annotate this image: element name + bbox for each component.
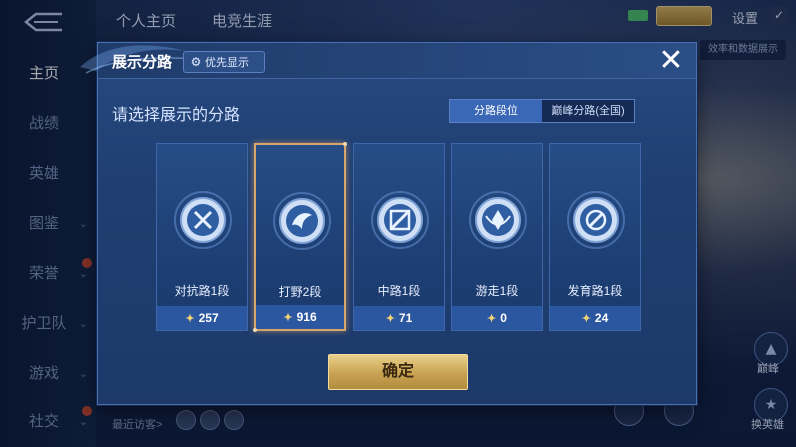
lane-card-roam[interactable]: 游走1段 ✦ 0 — [451, 143, 543, 331]
lane-card-name: 打野2段 — [278, 285, 322, 299]
close-icon[interactable]: ✕ — [654, 45, 688, 79]
jungle-icon — [273, 192, 331, 250]
tab-lane-rank[interactable]: 分路段位 — [450, 100, 542, 122]
selection-prompt: 请选择展示的分路 — [112, 107, 241, 124]
clash-lane-icon — [174, 191, 232, 249]
star-icon: ✦ — [283, 312, 293, 324]
lane-card-value: 916 — [296, 310, 317, 324]
star-icon: ✦ — [487, 313, 497, 325]
lane-display-dialog: 展示分路 ⚙ 优先显示 ✕ 请选择展示的分路 分路段位 巅峰分路(全国) 对抗路1… — [80, 42, 697, 405]
dialog-header: 展示分路 ⚙ 优先显示 ✕ — [80, 43, 696, 79]
lane-card-value: 71 — [398, 311, 413, 325]
dialog-title: 展示分路 — [112, 54, 173, 71]
lane-card-farm[interactable]: 发育路1段 ✦ 24 — [549, 143, 641, 331]
selection-corner-dot — [343, 142, 347, 146]
rank-mode-toggle: 分路段位 巅峰分路(全国) — [449, 99, 635, 123]
lane-card-stat: ✦ 24 — [550, 306, 640, 330]
tab-peak-lane[interactable]: 巅峰分路(全国) — [542, 100, 634, 122]
lane-card-stat: ✦ 0 — [452, 306, 542, 330]
lane-card-name: 游走1段 — [475, 284, 519, 298]
selection-corner-dot — [253, 328, 257, 332]
confirm-button[interactable]: 确定 — [328, 354, 468, 390]
farm-lane-icon — [567, 191, 625, 249]
priority-display-button[interactable]: ⚙ 优先显示 — [183, 51, 265, 73]
roam-icon — [469, 191, 527, 249]
mid-lane-icon — [371, 191, 429, 249]
lane-card-value: 0 — [500, 311, 507, 325]
lane-card-mid[interactable]: 中路1段 ✦ 71 — [353, 143, 445, 331]
lane-card-name: 对抗路1段 — [174, 284, 230, 298]
lane-card-jungle[interactable]: 打野2段 ✦ 916 — [253, 142, 347, 332]
star-icon: ✦ — [581, 313, 591, 325]
lane-card-value: 257 — [198, 311, 219, 325]
lane-card-clash[interactable]: 对抗路1段 ✦ 257 — [156, 143, 248, 331]
lane-card-stat: ✦ 257 — [157, 306, 247, 330]
lane-card-stat: ✦ 71 — [354, 306, 444, 330]
star-icon: ✦ — [385, 313, 395, 325]
priority-display-label: 优先显示 — [205, 57, 249, 69]
lane-card-name: 发育路1段 — [567, 284, 623, 298]
star-icon: ✦ — [185, 313, 195, 325]
lane-card-name: 中路1段 — [377, 284, 421, 298]
gear-icon: ⚙ — [190, 55, 202, 69]
lane-card-value: 24 — [594, 311, 609, 325]
lane-card-stat: ✦ 916 — [256, 305, 344, 329]
